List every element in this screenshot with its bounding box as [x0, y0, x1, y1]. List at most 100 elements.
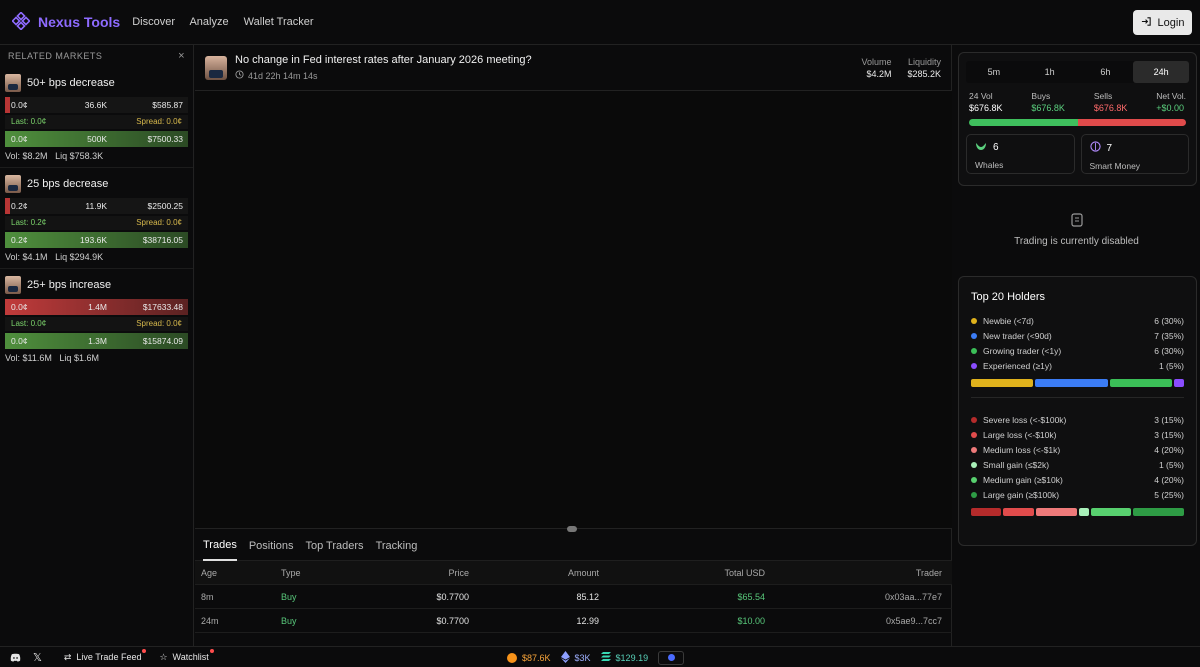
- table-row[interactable]: 8m Buy $0.7700 85.12 $65.54 0x03aa...77e…: [195, 585, 952, 609]
- brain-icon: [1089, 141, 1101, 155]
- liq-value: $1.6M: [73, 353, 99, 363]
- brand[interactable]: Nexus Tools: [11, 10, 120, 33]
- liquidity-stat: Liquidity $285.2K: [907, 57, 941, 79]
- bid-row[interactable]: 0.0¢ 1.3M $15874.09: [5, 333, 188, 349]
- timeframe-24h[interactable]: 24h: [1133, 61, 1189, 83]
- experience-distribution-bar: [971, 379, 1184, 387]
- nav-discover[interactable]: Discover: [132, 16, 175, 28]
- col-price: Price: [448, 567, 469, 578]
- pnl-legend-item: Medium gain (≥$10k) 4 (20%): [959, 472, 1196, 487]
- bid-size: 193.6K: [80, 235, 107, 245]
- market-avatar: [5, 74, 21, 92]
- market-card[interactable]: 50+ bps decrease 0.0¢ 36.6K $585.87 Last…: [0, 67, 193, 168]
- kpi-label: Sells: [1093, 91, 1113, 101]
- kpi-value: $676.8K: [1031, 103, 1065, 113]
- table-header: Age Type Price Amount Total USD Trader: [195, 561, 952, 585]
- app-root: Nexus Tools Discover Analyze Wallet Trac…: [0, 0, 1200, 667]
- trading-disabled-text: Trading is currently disabled: [1014, 236, 1139, 247]
- liquidity-label: Liquidity: [907, 56, 941, 67]
- small-gain-dot-icon: [971, 461, 977, 468]
- legend-label: Large loss (<-$10k): [983, 429, 1057, 440]
- network-icon: [667, 654, 675, 661]
- login-button[interactable]: Login: [1133, 10, 1192, 35]
- experienced-dot-icon: [971, 362, 977, 369]
- cell-amount: 85.12: [576, 591, 599, 602]
- market-avatar: [205, 55, 227, 80]
- top-holders-card: Top 20 Holders Newbie (<7d) 6 (30%) New …: [958, 276, 1197, 546]
- login-icon: [1141, 16, 1152, 30]
- ask-row[interactable]: 0.0¢ 1.4M $17633.48: [5, 299, 188, 315]
- pnl-segment-large-loss: [1003, 508, 1034, 516]
- live-trade-feed-button[interactable]: ⇄ Live Trade Feed: [64, 648, 147, 663]
- cell-price: $0.7700: [436, 615, 469, 626]
- liquidity-value: $285.2K: [907, 68, 941, 79]
- market-card[interactable]: 25+ bps increase 0.0¢ 1.4M $17633.48 Las…: [0, 269, 193, 369]
- liq-value: $294.9K: [69, 252, 104, 262]
- kpi-label: Buys: [1031, 91, 1051, 101]
- new-trader-dot-icon: [971, 332, 977, 339]
- bid-price: 0.2¢: [11, 235, 28, 245]
- pnl-segment-medium-loss: [1035, 508, 1077, 516]
- bid-price: 0.0¢: [11, 336, 28, 346]
- timeframe-5m[interactable]: 5m: [966, 61, 1022, 83]
- whales-label: Whales: [975, 160, 1004, 170]
- tab-positions[interactable]: Positions: [249, 531, 294, 561]
- solana-icon: [600, 652, 611, 663]
- market-footer: Vol: $8.2M Liq $758.3K: [5, 151, 188, 161]
- ask-row[interactable]: 0.0¢ 36.6K $585.87: [5, 97, 188, 113]
- kpi-label: Net Vol.: [1156, 91, 1186, 101]
- watchlist-button[interactable]: ☆ Watchlist: [159, 648, 214, 663]
- market-title: 50+ bps decrease: [27, 77, 115, 89]
- growing-trader-dot-icon: [971, 347, 977, 354]
- smart-money-card[interactable]: 7 Smart Money: [1080, 134, 1189, 174]
- kpi-value: $676.8K: [1093, 103, 1128, 113]
- legend-label: New trader (<90d): [983, 330, 1052, 341]
- tab-tracking[interactable]: Tracking: [376, 531, 418, 561]
- timeframe-1h[interactable]: 1h: [1022, 61, 1078, 83]
- legend-label: Newbie (<7d): [983, 315, 1034, 326]
- tab-top-traders[interactable]: Top Traders: [305, 531, 363, 561]
- table-row[interactable]: 24m Buy $0.7700 12.99 $10.00 0x5ae9...7c…: [195, 609, 952, 633]
- price-chart-area[interactable]: [195, 91, 952, 529]
- network-toggle[interactable]: [658, 650, 685, 665]
- nav-wallet-tracker[interactable]: Wallet Tracker: [244, 16, 314, 28]
- bid-row[interactable]: 0.0¢ 500K $7500.33: [5, 131, 188, 147]
- market-metrics-panel: 5m 1h 6h 24h 24 Vol $676.8K Buys $676.8K…: [953, 45, 1200, 646]
- ask-price: 0.0¢: [11, 302, 28, 312]
- bid-row[interactable]: 0.2¢ 193.6K $38716.05: [5, 232, 188, 248]
- cell-type: Buy: [281, 591, 297, 602]
- divider: [971, 397, 1184, 398]
- ask-total: $2500.25: [147, 201, 183, 211]
- top-bar: Nexus Tools Discover Analyze Wallet Trac…: [0, 0, 1200, 45]
- disabled-icon: [1070, 213, 1083, 230]
- pnl-distribution-bar: [971, 508, 1184, 516]
- sol-value: $129.19: [615, 652, 649, 663]
- ask-row[interactable]: 0.2¢ 11.9K $2500.25: [5, 198, 188, 214]
- main-nav: Discover Analyze Wallet Tracker: [132, 16, 325, 28]
- cell-trader[interactable]: 0x5ae9...7cc7: [771, 616, 948, 626]
- tab-trades[interactable]: Trades: [203, 531, 237, 561]
- experience-legend-item: Experienced (≥1y) 1 (5%): [959, 358, 1196, 373]
- cell-trader[interactable]: 0x03aa...77e7: [771, 592, 948, 602]
- buy-bar-segment: [969, 119, 1078, 126]
- trade-tabs: Trades Positions Top Traders Tracking: [195, 531, 952, 561]
- nav-analyze[interactable]: Analyze: [189, 16, 228, 28]
- close-icon[interactable]: ×: [178, 50, 185, 62]
- legend-label: Growing trader (<1y): [983, 345, 1062, 356]
- x-social-icon[interactable]: 𝕏: [33, 651, 42, 664]
- btc-price: $87.6K: [507, 652, 551, 663]
- bottom-status-bar: 𝕏 ⇄ Live Trade Feed ☆ Watchlist $87.6K $…: [0, 646, 1200, 667]
- discord-icon[interactable]: [10, 653, 21, 662]
- cell-total: $65.54: [737, 591, 765, 602]
- trading-disabled-notice: Trading is currently disabled: [953, 213, 1200, 247]
- spread: Spread: 0.0¢: [136, 319, 182, 328]
- market-card[interactable]: 25 bps decrease 0.2¢ 11.9K $2500.25 Last…: [0, 168, 193, 269]
- timeframe-6h[interactable]: 6h: [1078, 61, 1134, 83]
- liq-label: Liq: [59, 353, 72, 363]
- pnl-legend-item: Small gain (≤$2k) 1 (5%): [959, 457, 1196, 472]
- smart-money-label: Smart Money: [1089, 161, 1141, 171]
- col-total: Total USD: [724, 567, 765, 578]
- eth-value: $3K: [574, 652, 591, 663]
- whales-card[interactable]: 6 Whales: [966, 134, 1075, 174]
- bid-total: $7500.33: [147, 134, 183, 144]
